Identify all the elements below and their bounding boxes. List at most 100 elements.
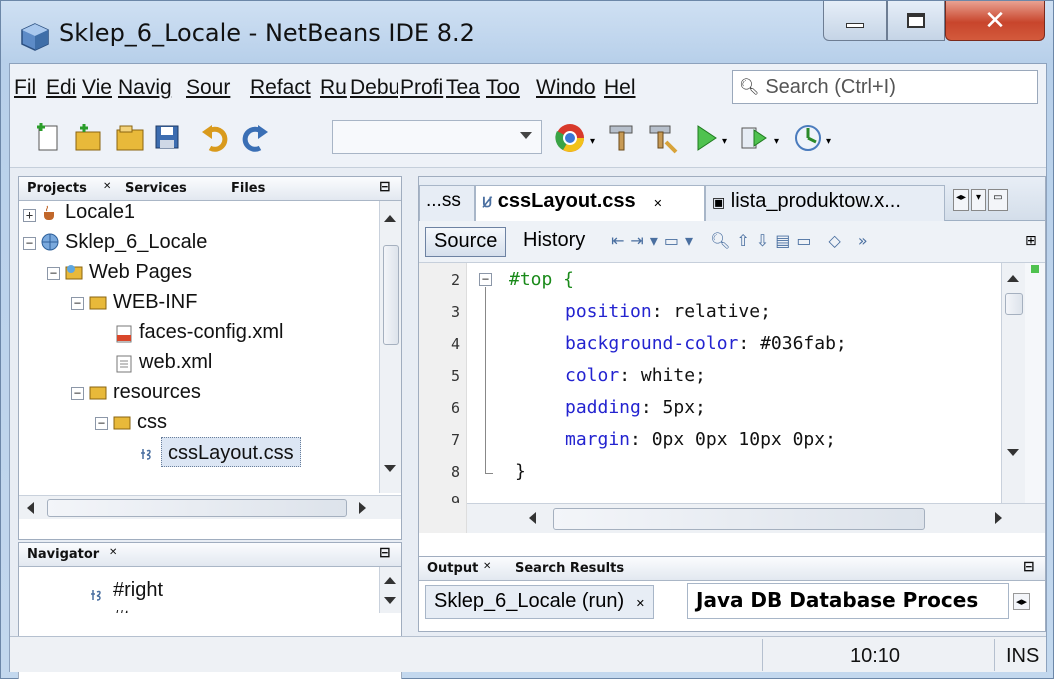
scroll-thumb[interactable] — [47, 499, 347, 517]
scroll-left-icon[interactable] — [529, 512, 536, 524]
menu-debug[interactable]: Debu — [350, 76, 398, 100]
clean-build-icon[interactable] — [646, 122, 678, 154]
search-input[interactable]: Search (Ctrl+I) — [765, 76, 896, 99]
scroll-thumb[interactable] — [1005, 293, 1023, 315]
close-icon[interactable]: ✕ — [653, 198, 662, 210]
scroll-down-icon[interactable] — [384, 465, 396, 472]
minimize-window-icon[interactable]: ⊟ — [379, 545, 391, 561]
scroll-up-icon[interactable] — [1007, 275, 1019, 282]
collapse-icon[interactable]: − — [47, 267, 60, 280]
tab-projects[interactable]: Projects — [27, 181, 87, 196]
menu-help[interactable]: Hel — [604, 76, 642, 100]
debug-icon[interactable] — [738, 122, 770, 154]
tab-scroll-icon[interactable]: ◂▸ — [1013, 593, 1031, 610]
editor-tab-lista-produktow[interactable]: ▣ lista_produktow.x... — [705, 185, 945, 221]
tab-search-results[interactable]: Search Results — [515, 561, 624, 576]
collapse-icon[interactable]: − — [71, 297, 84, 310]
tree-node-web-pages[interactable]: Web Pages — [89, 257, 192, 287]
menu-view[interactable]: Vie — [82, 76, 118, 100]
source-view-button[interactable]: Source — [425, 227, 507, 257]
output-tab-java-db[interactable]: Java DB Database Proces — [687, 583, 1009, 619]
title-bar[interactable]: Sklep_6_Locale - NetBeans IDE 8.2 ✕ — [1, 1, 1054, 63]
tree-node-csslayout[interactable]: cssLayout.css — [161, 437, 301, 467]
tab-navigator[interactable]: Navigator — [27, 547, 99, 562]
chevron-down-icon[interactable]: ▾ — [826, 136, 831, 147]
tree-node-web-inf[interactable]: WEB-INF — [113, 287, 197, 317]
projects-horizontal-scrollbar[interactable] — [19, 495, 401, 519]
scroll-down-icon[interactable] — [1007, 449, 1019, 456]
scroll-up-icon[interactable] — [384, 577, 396, 584]
close-icon[interactable]: ✕ — [483, 561, 491, 572]
close-icon[interactable]: ✕ — [109, 547, 117, 558]
navigator-item-right[interactable]: #right — [113, 575, 163, 605]
menu-refactor[interactable]: Refact — [250, 76, 316, 100]
minimize-window-icon[interactable]: ⊟ — [1023, 559, 1035, 575]
chevron-down-icon[interactable] — [520, 132, 532, 139]
undo-icon[interactable] — [200, 122, 232, 154]
redo-icon[interactable] — [238, 122, 270, 154]
chevron-down-icon[interactable]: ▾ — [722, 136, 727, 147]
save-all-icon[interactable] — [152, 122, 184, 154]
menu-window[interactable]: Windo — [536, 76, 602, 100]
close-button[interactable]: ✕ — [945, 1, 1045, 41]
tree-node-web-xml[interactable]: web.xml — [139, 347, 212, 377]
configuration-combo[interactable] — [332, 120, 542, 154]
maximize-button[interactable] — [887, 1, 945, 41]
scroll-thumb[interactable] — [553, 508, 925, 530]
menu-tools[interactable]: Too — [486, 76, 534, 100]
scroll-thumb[interactable] — [383, 245, 399, 345]
scroll-right-icon[interactable] — [995, 512, 1002, 524]
editor-action-icons[interactable]: ⇤⇥▾▭▾ 🔍︎⇧⇩▤▭ ◇ » — [611, 231, 874, 250]
menu-source[interactable]: Sour — [186, 76, 250, 100]
menu-edit[interactable]: Edi — [46, 76, 84, 100]
tab-services[interactable]: Services — [125, 181, 187, 196]
scroll-down-icon[interactable] — [384, 597, 396, 604]
open-project-icon[interactable] — [114, 122, 146, 154]
editor-horizontal-scrollbar[interactable] — [467, 503, 1045, 533]
output-tab-run[interactable]: Sklep_6_Locale (run) ✕ — [425, 585, 654, 619]
menu-navigate[interactable]: Navig — [118, 76, 184, 100]
projects-vertical-scrollbar[interactable] — [379, 201, 401, 493]
expand-icon[interactable]: + — [23, 209, 36, 222]
split-editor-icon[interactable]: ⊞ — [1025, 233, 1037, 249]
close-icon[interactable]: ✕ — [636, 598, 645, 610]
new-project-icon[interactable] — [72, 122, 104, 154]
navigator-scrollbar[interactable] — [379, 567, 401, 613]
browser-icon[interactable] — [554, 122, 586, 154]
history-view-button[interactable]: History — [523, 229, 585, 252]
menu-run[interactable]: Ru — [320, 76, 348, 100]
editor-tab-hidden[interactable]: ...ss — [419, 185, 475, 221]
maximize-window-icon[interactable]: ▭ — [988, 189, 1008, 211]
editor-tab-csslayout[interactable]: Ꞹ cssLayout.css ✕ — [475, 185, 705, 221]
tab-files[interactable]: Files — [231, 181, 265, 196]
menu-file[interactable]: Fil — [14, 76, 48, 100]
close-icon[interactable]: ✕ — [103, 181, 111, 192]
chevron-down-icon[interactable]: ▾ — [774, 136, 779, 147]
show-opened-documents-icon[interactable]: ▾ — [971, 189, 987, 211]
scroll-up-icon[interactable] — [384, 215, 396, 222]
navigator-item-left[interactable]: #left — [85, 567, 123, 575]
tree-node-sklep-6-locale[interactable]: Sklep_6_Locale — [65, 227, 207, 257]
minimize-button[interactable] — [823, 1, 887, 41]
tree-node-locale1[interactable]: Locale1 — [65, 201, 135, 227]
tab-output[interactable]: Output — [427, 561, 478, 576]
fold-collapse-icon[interactable]: − — [479, 273, 492, 286]
tree-node-faces-config[interactable]: faces-config.xml — [139, 317, 284, 347]
tree-node-resources[interactable]: resources — [113, 377, 201, 407]
code-area[interactable]: 2 3 4 5 6 7 8 9 − #top { position: relat… — [419, 263, 1045, 533]
collapse-icon[interactable]: − — [71, 387, 84, 400]
run-icon[interactable] — [690, 122, 722, 154]
scroll-right-icon[interactable] — [359, 502, 366, 514]
chevron-down-icon[interactable]: ▾ — [590, 136, 595, 147]
collapse-icon[interactable]: − — [23, 237, 36, 250]
minimize-window-icon[interactable]: ⊟ — [379, 179, 391, 195]
collapse-icon[interactable]: − — [95, 417, 108, 430]
menu-profile[interactable]: Profi — [400, 76, 446, 100]
tree-node-css[interactable]: css — [137, 407, 167, 437]
tab-scroll-left-icon[interactable]: ◂▸ — [953, 189, 970, 211]
build-hammer-icon[interactable] — [606, 122, 638, 154]
navigator-item-top[interactable]: #top — [113, 603, 152, 613]
profile-icon[interactable] — [792, 122, 824, 154]
editor-vertical-scrollbar[interactable] — [1001, 263, 1025, 503]
quick-search[interactable]: 🔍︎ Search (Ctrl+I) — [732, 70, 1038, 104]
